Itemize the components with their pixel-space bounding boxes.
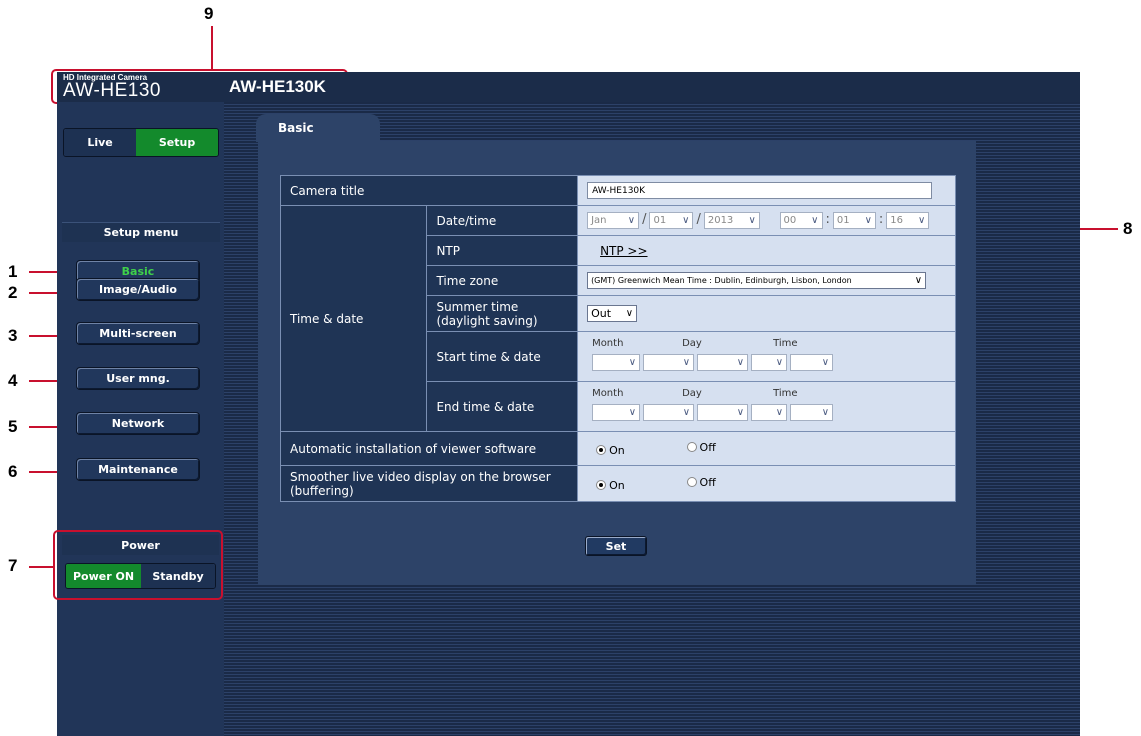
auto-install-off-radio[interactable]: Off — [686, 441, 716, 454]
callout-6: 6 — [8, 462, 18, 481]
start-month-label: Month — [592, 338, 624, 349]
auto-install-label: Automatic installation of viewer softwar… — [279, 431, 579, 466]
start-month-select[interactable]: ∨ — [592, 354, 641, 371]
nav-maintenance[interactable]: Maintenance — [76, 458, 200, 481]
end-minute-select[interactable]: ∨ — [790, 404, 834, 421]
ntp-link[interactable]: NTP >> — [600, 244, 647, 258]
start-hour-select[interactable]: ∨ — [751, 354, 788, 371]
start-time-sublabel: Time — [773, 338, 798, 349]
end-time-sublabel: Time — [773, 388, 798, 399]
callout-9: 9 — [204, 4, 214, 23]
smoother-sublabel: (buffering) — [290, 483, 354, 498]
callout-3: 3 — [8, 326, 18, 345]
year-select[interactable]: 2013 ∨ — [703, 212, 760, 229]
nav-network[interactable]: Network — [76, 412, 200, 435]
end-week-select[interactable]: ∨ — [643, 404, 695, 421]
callout-8: 8 — [1123, 219, 1133, 238]
smoother-off-radio[interactable]: Off — [686, 476, 716, 489]
nav-image-audio[interactable]: Image/Audio — [76, 278, 200, 301]
smoother-label: Smoother live video display on the brows… — [290, 469, 551, 484]
end-month-select[interactable]: ∨ — [592, 404, 641, 421]
nav-multi-screen[interactable]: Multi-screen — [76, 322, 200, 345]
start-week-select[interactable]: ∨ — [643, 354, 695, 371]
camera-title-input[interactable]: AW-HE130K — [587, 182, 933, 199]
smoother-on-radio[interactable]: On — [596, 479, 625, 492]
setup-menu-title: Setup menu — [62, 222, 220, 242]
callout-4: 4 — [8, 371, 18, 390]
title-bar: HD Integrated Camera AW-HE130 AW-HE130K — [57, 72, 1080, 102]
callout-7-box — [53, 530, 223, 600]
datetime-label: Date/time — [426, 205, 579, 236]
setup-button[interactable]: Setup — [136, 129, 218, 156]
start-minute-select[interactable]: ∨ — [790, 354, 834, 371]
time-zone-label: Time zone — [426, 265, 579, 296]
summer-time-sublabel: (daylight saving) — [436, 313, 538, 328]
hour-select[interactable]: 00 ∨ — [779, 212, 823, 229]
camera-name: AW-HE130K — [229, 77, 326, 96]
second-select[interactable]: 16 ∨ — [886, 212, 930, 229]
live-setup-toggle: Live Setup — [63, 128, 219, 157]
sidebar: Live Setup Setup menu Basic Image/Audio … — [57, 102, 224, 736]
summer-time-label: Summer time — [436, 299, 519, 314]
radio-empty-icon — [686, 477, 697, 487]
camera-title-label: Camera title — [279, 175, 579, 206]
minute-select[interactable]: 01 ∨ — [832, 212, 876, 229]
set-button[interactable]: Set — [585, 536, 647, 556]
live-button[interactable]: Live — [64, 129, 137, 156]
end-time-label: End time & date — [426, 381, 579, 432]
callout-1: 1 — [8, 262, 18, 281]
camera-web-ui: HD Integrated Camera AW-HE130 AW-HE130K … — [57, 72, 1080, 736]
radio-selected-icon — [596, 480, 607, 490]
end-day-label: Day — [682, 388, 702, 399]
callout-5: 5 — [8, 417, 18, 436]
auto-install-on-radio[interactable]: On — [596, 444, 625, 457]
tab-basic[interactable]: Basic — [256, 114, 380, 142]
callout-2: 2 — [8, 283, 18, 302]
end-month-label: Month — [592, 388, 624, 399]
brand-model: AW-HE130 — [63, 80, 161, 101]
start-day-label: Day — [682, 338, 702, 349]
callout-7-line — [29, 566, 53, 568]
end-hour-select[interactable]: ∨ — [751, 404, 788, 421]
radio-selected-icon — [596, 445, 607, 455]
month-select[interactable]: Jan ∨ — [587, 212, 640, 229]
nav-user-mng[interactable]: User mng. — [76, 367, 200, 390]
day-select[interactable]: 01 ∨ — [649, 212, 694, 229]
start-time-label: Start time & date — [426, 331, 579, 382]
ntp-label: NTP — [426, 235, 579, 266]
time-date-label: Time & date — [279, 205, 428, 432]
summer-time-select[interactable]: Out ∨ — [587, 305, 638, 322]
callout-7: 7 — [8, 556, 18, 575]
callout-9-line — [211, 26, 213, 70]
radio-empty-icon — [686, 442, 697, 452]
time-zone-select[interactable]: (GMT) Greenwich Mean Time : Dublin, Edin… — [587, 272, 927, 289]
start-day-select[interactable]: ∨ — [697, 354, 749, 371]
end-day-select[interactable]: ∨ — [697, 404, 749, 421]
basic-settings-table: Camera title AW-HE130K Time & date Date/… — [279, 175, 956, 502]
